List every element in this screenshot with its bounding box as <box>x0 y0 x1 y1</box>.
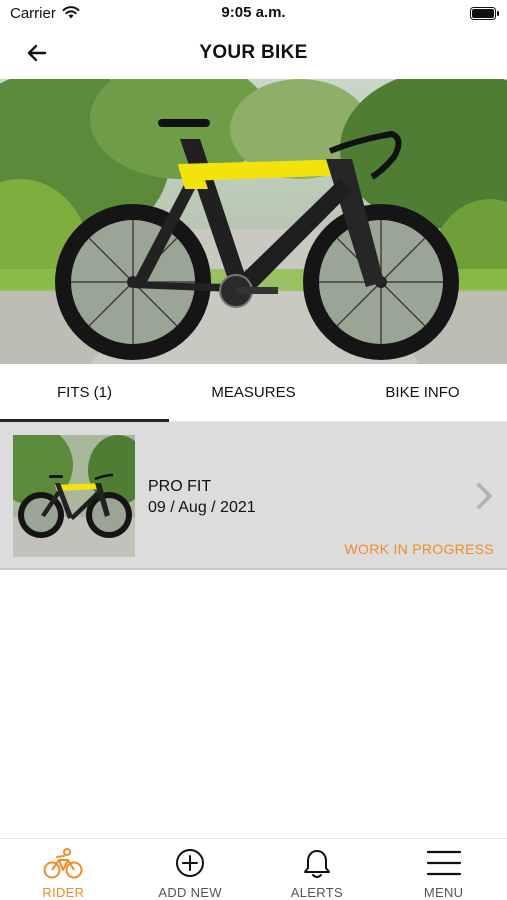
tab-measures[interactable]: MEASURES <box>169 364 338 421</box>
battery-icon <box>470 7 499 20</box>
header: YOUR BIKE <box>0 30 507 78</box>
bell-icon <box>303 850 330 878</box>
fit-name: PRO FIT <box>148 478 212 495</box>
fit-date: 09 / Aug / 2021 <box>148 499 256 516</box>
nav-label-menu: MENU <box>423 885 464 900</box>
fit-list-item[interactable]: PRO FIT 09 / Aug / 2021 WORK IN PROGRESS <box>0 422 507 570</box>
nav-label-alerts: ALERTS <box>290 885 343 900</box>
bicycle-icon <box>43 848 83 879</box>
nav-add-new[interactable]: ADD NEW <box>127 839 254 900</box>
status-bar: Carrier 9:05 a.m. <box>0 0 507 28</box>
tab-fits[interactable]: FITS (1) <box>0 364 169 422</box>
nav-label-add-new: ADD NEW <box>158 885 222 900</box>
tab-bike-info[interactable]: BIKE INFO <box>338 364 507 421</box>
fit-status-badge: WORK IN PROGRESS <box>344 541 494 557</box>
nav-menu[interactable]: MENU <box>380 839 507 900</box>
nav-alerts[interactable]: ALERTS <box>254 839 381 900</box>
chevron-right-icon <box>477 483 492 509</box>
status-time: 9:05 a.m. <box>221 4 286 21</box>
bike-photo <box>0 79 507 364</box>
bottom-nav: RIDER ADD NEW ALERTS MENU <box>0 838 507 900</box>
tab-bar: FITS (1) MEASURES BIKE INFO <box>0 364 507 422</box>
plus-circle-icon <box>176 849 205 877</box>
hamburger-menu-icon <box>426 850 461 876</box>
nav-label-rider: RIDER <box>42 885 85 900</box>
fit-thumbnail <box>13 435 135 557</box>
page-title: YOUR BIKE <box>199 42 308 63</box>
nav-rider[interactable]: RIDER <box>0 839 127 900</box>
